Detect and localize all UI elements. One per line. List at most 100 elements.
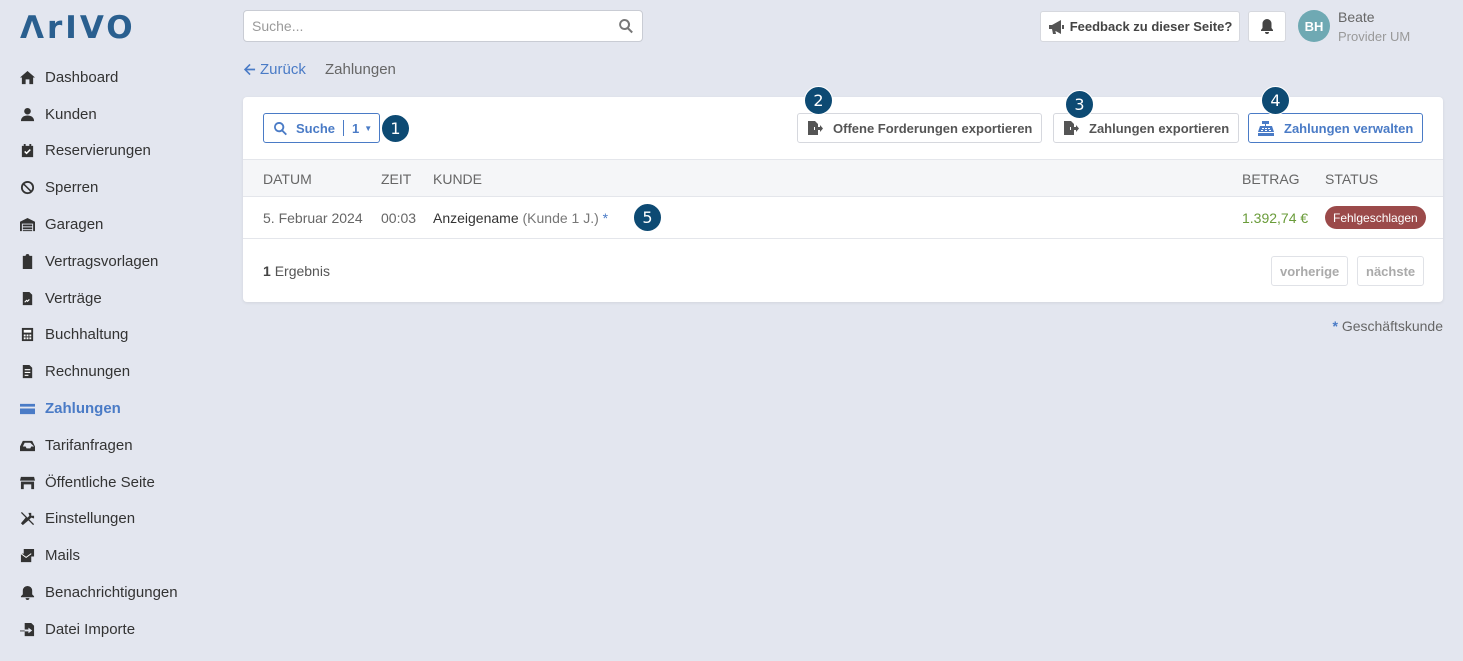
sidebar-item-label: Reservierungen bbox=[45, 142, 151, 160]
sidebar-item-label: Sperren bbox=[45, 179, 99, 197]
sidebar-item-label: Einstellungen bbox=[45, 510, 136, 528]
file-export-icon bbox=[808, 121, 823, 135]
search-icon[interactable] bbox=[618, 18, 634, 34]
sidebar-item-buchhaltung[interactable]: Buchhaltung bbox=[0, 317, 220, 354]
business-customer-legend: * Geschäftskunde bbox=[1332, 318, 1443, 334]
breadcrumb-current: Zahlungen bbox=[325, 61, 396, 78]
sidebar-item-label: Buchhaltung bbox=[45, 326, 129, 344]
user-icon bbox=[18, 105, 36, 123]
customer-sub: (Kunde 1 J.) bbox=[522, 210, 599, 226]
mail-bulk-icon bbox=[18, 547, 36, 565]
arrow-left-icon bbox=[243, 63, 256, 76]
filter-search-button[interactable]: Suche 1 ▼ bbox=[263, 113, 380, 143]
annotation-marker-5: 5 bbox=[633, 203, 662, 232]
table-header: DATUM ZEIT KUNDE BETRAG STATUS bbox=[243, 159, 1443, 197]
sidebar-item-label: Vertragsvorlagen bbox=[45, 252, 159, 270]
filter-count: 1 bbox=[352, 120, 360, 136]
annotation-marker-4: 4 bbox=[1261, 86, 1290, 115]
sidebar-item-garagen[interactable]: Garagen bbox=[0, 206, 220, 243]
sidebar-item-vertraege[interactable]: Verträge bbox=[0, 280, 220, 317]
sidebar-item-kunden[interactable]: Kunden bbox=[0, 96, 220, 133]
export-open-receivables-button[interactable]: Offene Forderungen exportieren bbox=[797, 113, 1043, 143]
table-row[interactable]: 5. Februar 2024 00:03 Anzeigename (Kunde… bbox=[243, 197, 1443, 239]
sidebar-item-sperren[interactable]: Sperren bbox=[0, 169, 220, 206]
warehouse-icon bbox=[18, 216, 36, 234]
status-badge: Fehlgeschlagen bbox=[1325, 206, 1426, 229]
sidebar-item-reservierungen[interactable]: Reservierungen bbox=[0, 133, 220, 170]
sidebar-item-label: Rechnungen bbox=[45, 363, 131, 381]
sidebar-item-rechnungen[interactable]: Rechnungen bbox=[0, 353, 220, 390]
sidebar-item-label: Garagen bbox=[45, 216, 104, 234]
clipboard-icon bbox=[18, 252, 36, 270]
back-label: Zurück bbox=[260, 61, 306, 78]
legend-label: Geschäftskunde bbox=[1341, 318, 1443, 334]
caret-down-icon: ▼ bbox=[364, 123, 373, 133]
invoice-icon bbox=[18, 363, 36, 381]
payments-card: Suche 1 ▼ Offene Forderungen exportieren… bbox=[243, 97, 1443, 302]
store-icon bbox=[18, 473, 36, 491]
notifications-button[interactable] bbox=[1248, 11, 1286, 42]
annotation-marker-1: 1 bbox=[381, 114, 410, 143]
sidebar-item-label: Tarifanfragen bbox=[45, 436, 133, 454]
sidebar-item-benachrichtigungen[interactable]: Benachrichtigungen bbox=[0, 574, 220, 611]
legend-marker: * bbox=[1332, 318, 1338, 334]
feedback-button[interactable]: Feedback zu dieser Seite? bbox=[1040, 11, 1240, 42]
filter-label: Suche bbox=[296, 120, 336, 136]
business-customer-marker: * bbox=[602, 210, 609, 226]
sidebar-item-label: Öffentliche Seite bbox=[45, 473, 155, 491]
column-header-date[interactable]: DATUM bbox=[263, 171, 312, 187]
calendar-check-icon bbox=[18, 142, 36, 160]
result-count: 1 Ergebnis bbox=[263, 263, 330, 279]
sidebar-item-mails[interactable]: Mails bbox=[0, 537, 220, 574]
sidebar-item-oeffentliche-seite[interactable]: Öffentliche Seite bbox=[0, 464, 220, 501]
sidebar-item-datei-importe[interactable]: Datei Importe bbox=[0, 611, 220, 648]
sidebar-item-tarifanfragen[interactable]: Tarifanfragen bbox=[0, 427, 220, 464]
search-input[interactable] bbox=[252, 18, 618, 34]
customer-name[interactable]: Anzeigename bbox=[433, 210, 519, 226]
column-header-customer[interactable]: KUNDE bbox=[433, 171, 482, 187]
global-search bbox=[243, 10, 643, 42]
sidebar-item-label: Mails bbox=[45, 547, 81, 565]
credit-card-icon bbox=[18, 400, 36, 418]
cell-date: 5. Februar 2024 bbox=[263, 210, 363, 226]
bell-icon bbox=[1261, 19, 1273, 34]
sidebar-item-einstellungen[interactable]: Einstellungen bbox=[0, 501, 220, 538]
user-name[interactable]: Beate bbox=[1338, 9, 1375, 25]
sidebar-item-label: Dashboard bbox=[45, 68, 119, 86]
sidebar-item-vertragsvorlagen[interactable]: Vertragsvorlagen bbox=[0, 243, 220, 280]
column-header-status[interactable]: STATUS bbox=[1325, 171, 1378, 187]
result-number: 1 bbox=[263, 263, 271, 279]
avatar[interactable]: BH bbox=[1298, 10, 1330, 42]
previous-page-button[interactable]: vorherige bbox=[1271, 256, 1349, 286]
user-role: Provider UM bbox=[1338, 29, 1411, 44]
cell-time: 00:03 bbox=[381, 210, 417, 226]
search-icon bbox=[274, 121, 287, 135]
file-export-icon bbox=[1064, 121, 1079, 135]
sidebar-item-label: Zahlungen bbox=[45, 400, 121, 418]
sidebar-nav: Dashboard Kunden Reservierungen Sperren … bbox=[0, 59, 220, 648]
cash-register-icon bbox=[1258, 121, 1274, 136]
file-contract-icon bbox=[18, 289, 36, 307]
app-logo[interactable]: ΛrIVO bbox=[20, 10, 136, 46]
column-header-time[interactable]: ZEIT bbox=[381, 171, 411, 187]
manage-payments-label: Zahlungen verwalten bbox=[1284, 120, 1414, 136]
column-header-amount[interactable]: BETRAG bbox=[1242, 171, 1300, 187]
export-payments-label: Zahlungen exportieren bbox=[1089, 120, 1230, 136]
sidebar-item-label: Datei Importe bbox=[45, 620, 136, 638]
cell-customer[interactable]: Anzeigename (Kunde 1 J.) * bbox=[433, 210, 608, 226]
annotation-marker-2: 2 bbox=[804, 86, 833, 115]
next-page-button[interactable]: nächste bbox=[1357, 256, 1425, 286]
back-link[interactable]: Zurück bbox=[243, 61, 306, 78]
ban-icon bbox=[18, 179, 36, 197]
sidebar-item-label: Benachrichtigungen bbox=[45, 584, 178, 602]
export-open-label: Offene Forderungen exportieren bbox=[833, 120, 1033, 136]
inbox-icon bbox=[18, 436, 36, 454]
sidebar-item-zahlungen[interactable]: Zahlungen bbox=[0, 390, 220, 427]
sidebar-item-dashboard[interactable]: Dashboard bbox=[0, 59, 220, 96]
feedback-label: Feedback zu dieser Seite? bbox=[1069, 19, 1233, 34]
home-icon bbox=[18, 68, 36, 86]
megaphone-icon bbox=[1048, 19, 1064, 34]
manage-payments-button[interactable]: Zahlungen verwalten bbox=[1248, 113, 1424, 143]
cell-amount: 1.392,74 € bbox=[1242, 210, 1309, 226]
result-label: Ergebnis bbox=[274, 263, 330, 279]
